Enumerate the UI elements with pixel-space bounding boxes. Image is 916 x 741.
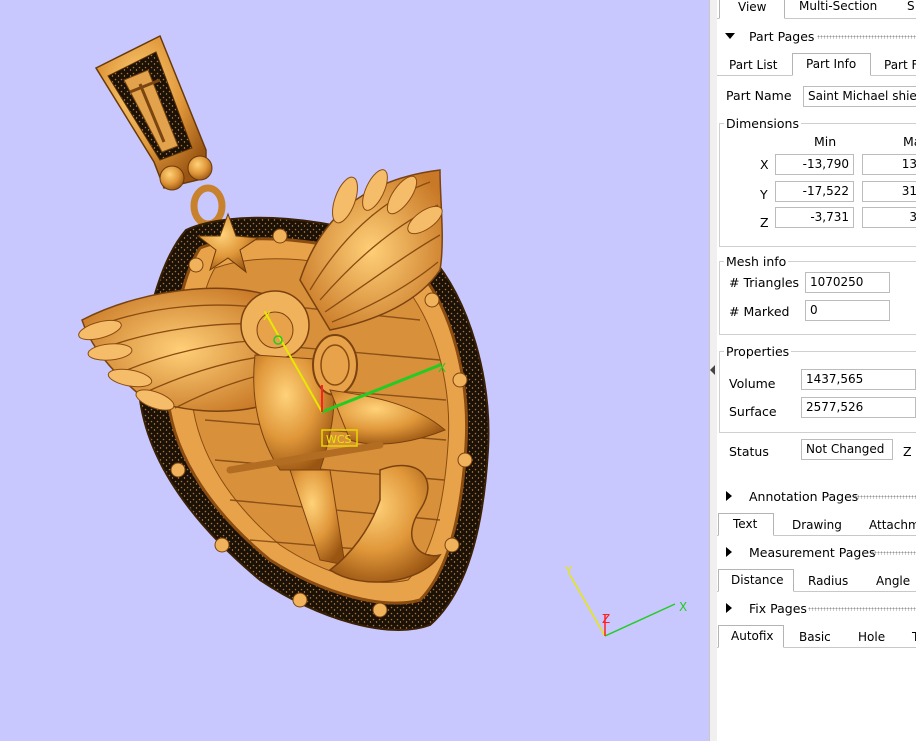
tab-angle[interactable]: Angle	[870, 571, 916, 592]
tab-drawing-label: Drawing	[792, 518, 842, 532]
collapse-arrow-icon[interactable]	[710, 365, 715, 375]
triangles-label: # Triangles	[729, 275, 800, 290]
expand-right-icon	[726, 603, 732, 613]
part-name-label: Part Name	[726, 88, 792, 103]
tab-distance[interactable]: Distance	[718, 569, 794, 592]
tab-distance-label: Distance	[731, 573, 784, 587]
part-pages-header[interactable]: Part Pages	[717, 26, 916, 46]
part-name-field[interactable]: Saint Michael shield	[803, 86, 916, 107]
measurement-pages-header[interactable]: Measurement Pages	[717, 542, 916, 562]
svg-text:X: X	[438, 361, 446, 375]
measurement-pages-title: Measurement Pages	[749, 545, 876, 560]
dim-x-label: X	[760, 157, 769, 172]
annotation-pages-header[interactable]: Annotation Pages	[717, 486, 916, 506]
dim-y-min-field[interactable]: -17,522	[775, 181, 854, 202]
expand-down-icon	[725, 33, 735, 39]
3d-viewport[interactable]: X X WCS Y X Z	[0, 0, 709, 741]
properties-title: Properties	[724, 344, 792, 359]
tab-autofix-label: Autofix	[731, 629, 774, 643]
tab-drawing[interactable]: Drawing	[786, 515, 848, 536]
tab-s[interactable]: S	[901, 0, 916, 17]
dim-y-max-field[interactable]: 31	[862, 181, 916, 202]
model-render[interactable]: X X WCS Y X Z	[0, 0, 709, 741]
svg-text:X: X	[263, 309, 271, 323]
dim-x-max-field[interactable]: 13	[862, 154, 916, 175]
tab-text[interactable]: Text	[718, 513, 774, 536]
tab-radius[interactable]: Radius	[802, 571, 854, 592]
tab-autofix[interactable]: Autofix	[718, 625, 784, 648]
volume-field[interactable]: 1437,565	[801, 369, 916, 390]
tab-part-info[interactable]: Part Info	[792, 53, 871, 76]
wcs-label: WCS	[326, 433, 352, 446]
fix-tabstrip: Autofix Basic Hole T	[717, 625, 916, 648]
tab-multi-section-label: Multi-Section	[799, 0, 878, 13]
annotation-tabstrip: Text Drawing Attachm	[717, 513, 916, 536]
tab-part-f-label: Part F	[884, 58, 916, 72]
dim-z-max-field[interactable]: 3	[862, 207, 916, 228]
pendant-bail	[94, 34, 226, 228]
tab-t-label: T	[912, 630, 916, 644]
dim-y-label: Y	[760, 187, 768, 202]
world-axis-triad	[569, 574, 676, 637]
axis-z-label: Z	[602, 612, 610, 626]
tab-part-list[interactable]: Part List	[723, 55, 783, 76]
axis-y-label: Y	[564, 564, 573, 578]
measurement-tabstrip: Distance Radius Angle	[717, 569, 916, 592]
marked-label: # Marked	[729, 304, 790, 319]
dimensions-title: Dimensions	[724, 116, 801, 131]
axis-x-label: X	[679, 600, 687, 614]
fix-pages-title: Fix Pages	[749, 601, 807, 616]
properties-panel: View Multi-Section S Part Pages Part Lis…	[717, 0, 916, 741]
dimensions-max-header: Ma	[903, 134, 916, 149]
surface-label: Surface	[729, 404, 777, 419]
tab-part-list-label: Part List	[729, 58, 778, 72]
tab-hole-label: Hole	[858, 630, 886, 644]
part-pages-title: Part Pages	[749, 29, 815, 44]
top-tabstrip: View Multi-Section S	[717, 0, 916, 19]
part-tabstrip: Part List Part Info Part F	[717, 53, 916, 76]
tab-view[interactable]: View	[719, 0, 785, 19]
triangles-field[interactable]: 1070250	[805, 272, 890, 293]
tab-hole[interactable]: Hole	[852, 627, 891, 648]
expand-right-icon	[726, 547, 732, 557]
volume-label: Volume	[729, 376, 776, 391]
tab-s-label: S	[907, 0, 915, 13]
tab-basic-label: Basic	[799, 630, 831, 644]
separator-dots	[808, 607, 916, 611]
tab-radius-label: Radius	[808, 574, 849, 588]
expand-right-icon	[726, 491, 732, 501]
tab-text-label: Text	[733, 517, 758, 531]
separator-dots	[817, 35, 916, 39]
tab-angle-label: Angle	[876, 574, 911, 588]
tab-t[interactable]: T	[906, 627, 916, 648]
tab-multi-section[interactable]: Multi-Section	[793, 0, 903, 17]
annotation-pages-title: Annotation Pages	[749, 489, 859, 504]
status-field[interactable]: Not Changed	[801, 439, 893, 460]
marked-field[interactable]: 0	[805, 300, 890, 321]
dim-z-min-field[interactable]: -3,731	[775, 207, 854, 228]
fix-pages-header[interactable]: Fix Pages	[717, 598, 916, 618]
properties-group	[719, 351, 916, 433]
tab-part-f[interactable]: Part F	[878, 55, 916, 76]
dim-z-label: Z	[760, 215, 769, 230]
mesh-info-title: Mesh info	[724, 254, 789, 269]
status-extra-label: Z	[903, 444, 912, 459]
tab-part-info-label: Part Info	[806, 57, 857, 71]
surface-field[interactable]: 2577,526	[801, 397, 916, 418]
dimensions-min-header: Min	[814, 134, 837, 149]
status-label: Status	[729, 444, 769, 459]
tab-view-label: View	[738, 0, 767, 14]
tab-attachment-label: Attachm	[869, 518, 916, 532]
tab-attachment[interactable]: Attachm	[863, 515, 916, 536]
tab-basic[interactable]: Basic	[793, 627, 837, 648]
dim-x-min-field[interactable]: -13,790	[775, 154, 854, 175]
separator-dots	[854, 495, 916, 499]
separator-dots	[871, 551, 916, 555]
